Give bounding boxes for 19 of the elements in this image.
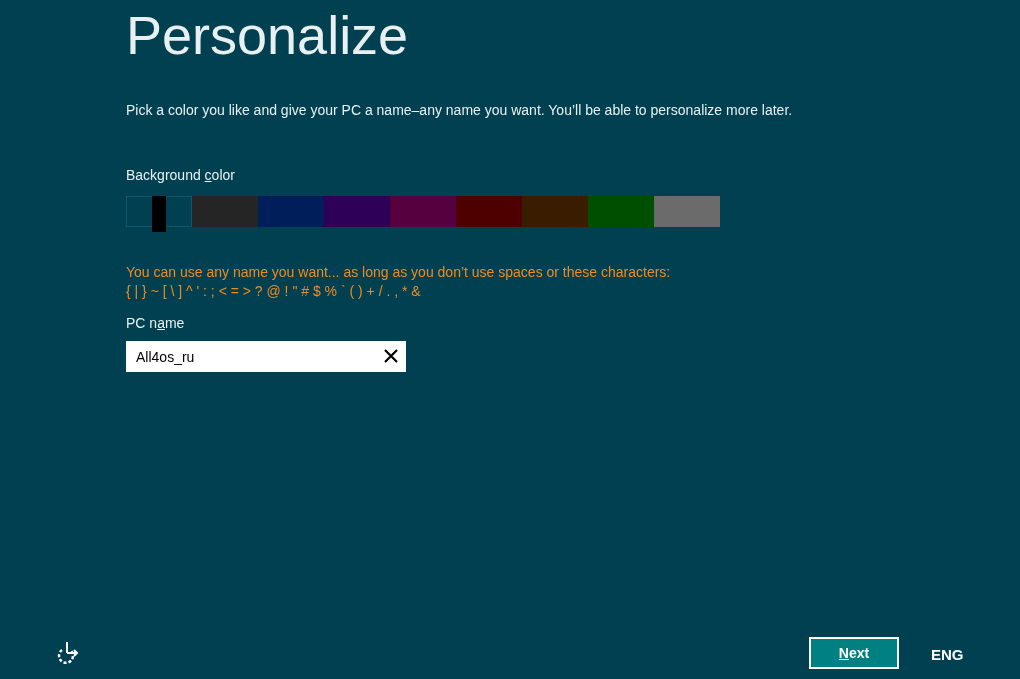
name-hint-text: You can use any name you want... as long as you don’t use spaces or these characters: [126,263,671,282]
color-swatch[interactable] [522,196,588,227]
intro-text: Pick a color you like and give your PC a name–any name you want. You’ll be able to personalize more later. [126,101,793,120]
color-swatch[interactable] [588,196,654,227]
clear-icon[interactable] [384,349,398,363]
color-swatch[interactable] [654,196,720,227]
color-swatch[interactable] [192,196,258,227]
color-swatch[interactable] [390,196,456,227]
name-hint-text: { | } ~ [ \ ] ^ ' : ; < = > ? @ ! " # $ % ` ( ) + / . , * & [126,282,422,301]
next-button[interactable]: Next [809,637,899,669]
slider-thumb[interactable] [152,196,166,232]
language-indicator[interactable]: ENG [931,644,964,667]
color-swatch[interactable] [258,196,324,227]
page-title: Personalize [126,8,409,62]
background-color-label: Background color [126,166,235,185]
color-swatch[interactable] [456,196,522,227]
pc-name-field[interactable]: All4os_ru [126,341,406,372]
color-swatch[interactable] [324,196,390,227]
pc-name-label: PC name [126,314,185,333]
